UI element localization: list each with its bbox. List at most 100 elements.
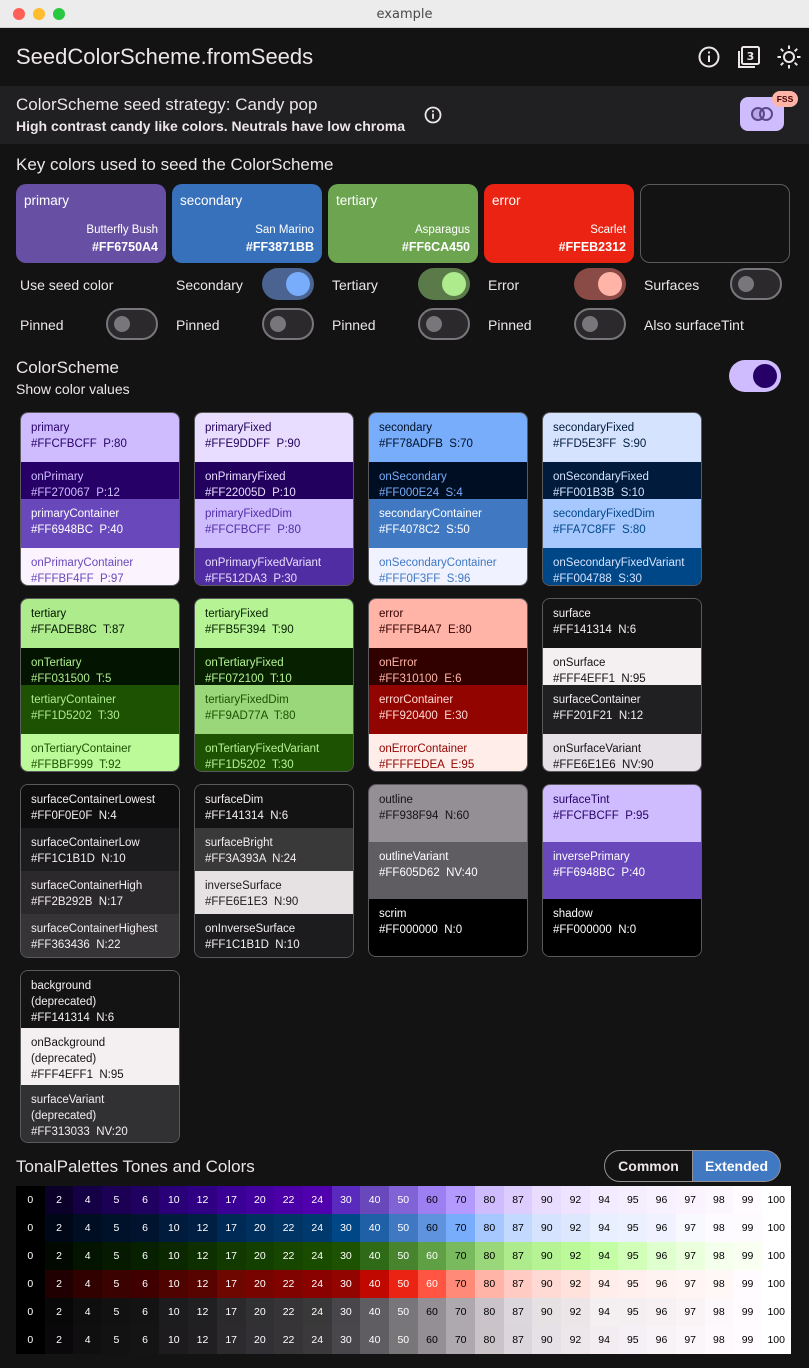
tone-cell[interactable]: 98 bbox=[704, 1326, 734, 1354]
tone-cell[interactable]: 40 bbox=[360, 1214, 389, 1242]
tone-cell[interactable]: 94 bbox=[589, 1214, 619, 1242]
color-cell[interactable]: onSecondaryFixedVariant #FF004788 S:30 bbox=[543, 548, 701, 585]
tone-cell[interactable]: 95 bbox=[618, 1326, 648, 1354]
theme-3-icon[interactable]: 3 bbox=[736, 44, 762, 70]
color-cell[interactable]: error #FFFFB4A7 E:80 bbox=[369, 599, 527, 648]
tone-cell[interactable]: 95 bbox=[618, 1298, 648, 1326]
tone-cell[interactable]: 100 bbox=[761, 1298, 791, 1326]
color-cell[interactable]: outline #FF938F94 N:60 bbox=[369, 785, 527, 842]
tone-cell[interactable]: 96 bbox=[647, 1298, 676, 1326]
tone-cell[interactable]: 22 bbox=[274, 1326, 303, 1354]
seed-strategy-panel[interactable]: ColorScheme seed strategy: Candy pop Hig… bbox=[0, 86, 809, 144]
surfaces-toggle[interactable] bbox=[730, 268, 782, 300]
tone-cell[interactable]: 0 bbox=[16, 1186, 45, 1214]
tone-cell[interactable]: 6 bbox=[130, 1270, 160, 1298]
tone-cell[interactable]: 100 bbox=[761, 1242, 791, 1270]
tone-cell[interactable]: 94 bbox=[589, 1186, 619, 1214]
tone-cell[interactable]: 60 bbox=[417, 1298, 447, 1326]
tone-cell[interactable]: 24 bbox=[302, 1298, 332, 1326]
tone-cell[interactable]: 20 bbox=[245, 1326, 275, 1354]
color-cell[interactable]: onError #FF310100 E:6 bbox=[369, 648, 527, 685]
color-cell[interactable]: surfaceTint #FFCFBCFF P:95 bbox=[543, 785, 701, 842]
color-cell[interactable]: tertiaryFixed #FFB5F394 T:90 bbox=[195, 599, 353, 648]
tone-cell[interactable]: 99 bbox=[733, 1326, 762, 1354]
tone-cell[interactable]: 24 bbox=[302, 1326, 332, 1354]
tone-cell[interactable]: 97 bbox=[675, 1270, 705, 1298]
tone-cell[interactable]: 5 bbox=[102, 1270, 131, 1298]
tone-cell[interactable]: 5 bbox=[102, 1214, 131, 1242]
tone-cell[interactable]: 97 bbox=[675, 1214, 705, 1242]
color-cell[interactable]: secondaryFixedDim #FFA7C8FF S:80 bbox=[543, 499, 701, 548]
tone-cell[interactable]: 96 bbox=[647, 1326, 676, 1354]
tone-cell[interactable]: 87 bbox=[503, 1242, 533, 1270]
color-cell[interactable]: onPrimary #FF270067 P:12 bbox=[21, 462, 179, 499]
extended-toggle-button[interactable]: Extended bbox=[693, 1150, 781, 1182]
color-cell[interactable]: scrim #FF000000 N:0 bbox=[369, 899, 527, 956]
tone-cell[interactable]: 50 bbox=[388, 1214, 418, 1242]
seed-error[interactable]: error Scarlet #FFEB2312 bbox=[484, 184, 634, 263]
tone-cell[interactable]: 2 bbox=[44, 1270, 74, 1298]
tone-cell[interactable]: 99 bbox=[733, 1214, 762, 1242]
tone-cell[interactable]: 70 bbox=[446, 1270, 475, 1298]
tone-cell[interactable]: 24 bbox=[302, 1186, 332, 1214]
tone-cell[interactable]: 2 bbox=[44, 1186, 74, 1214]
tone-cell[interactable]: 94 bbox=[589, 1270, 619, 1298]
tone-cell[interactable]: 50 bbox=[388, 1298, 418, 1326]
tone-cell[interactable]: 98 bbox=[704, 1214, 734, 1242]
tone-cell[interactable]: 96 bbox=[647, 1186, 676, 1214]
tone-cell[interactable]: 40 bbox=[360, 1326, 389, 1354]
tone-cell[interactable]: 30 bbox=[331, 1242, 361, 1270]
tone-cell[interactable]: 92 bbox=[561, 1242, 590, 1270]
tone-cell[interactable]: 2 bbox=[44, 1242, 74, 1270]
tone-cell[interactable]: 60 bbox=[417, 1186, 447, 1214]
color-cell[interactable]: tertiaryContainer #FF1D5202 T:30 bbox=[21, 685, 179, 734]
tone-cell[interactable]: 60 bbox=[417, 1214, 447, 1242]
tone-cell[interactable]: 20 bbox=[245, 1270, 275, 1298]
tone-cell[interactable]: 10 bbox=[159, 1326, 189, 1354]
tone-cell[interactable]: 2 bbox=[44, 1298, 74, 1326]
tone-cell[interactable]: 22 bbox=[274, 1242, 303, 1270]
info-icon[interactable] bbox=[696, 44, 722, 70]
color-cell[interactable]: onErrorContainer #FFFFEDEA E:95 bbox=[369, 734, 527, 771]
tone-cell[interactable]: 0 bbox=[16, 1298, 45, 1326]
tone-cell[interactable]: 60 bbox=[417, 1242, 447, 1270]
tone-cell[interactable]: 99 bbox=[733, 1242, 762, 1270]
tone-cell[interactable]: 4 bbox=[73, 1214, 103, 1242]
color-cell[interactable]: surfaceVariant (deprecated) #FF313033 NV:… bbox=[21, 1085, 179, 1142]
tone-cell[interactable]: 92 bbox=[561, 1326, 590, 1354]
tone-cell[interactable]: 12 bbox=[188, 1298, 217, 1326]
tone-cell[interactable]: 97 bbox=[675, 1298, 705, 1326]
color-cell[interactable]: onBackground (deprecated) #FFF4EFF1 N:95 bbox=[21, 1028, 179, 1085]
tone-cell[interactable]: 80 bbox=[475, 1242, 504, 1270]
tone-cell[interactable]: 6 bbox=[130, 1298, 160, 1326]
seed-primary[interactable]: primary Butterfly Bush #FF6750A4 bbox=[16, 184, 166, 263]
color-cell[interactable]: secondary #FF78ADFB S:70 bbox=[369, 413, 527, 462]
tone-cell[interactable]: 100 bbox=[761, 1214, 791, 1242]
tone-cell[interactable]: 30 bbox=[331, 1186, 361, 1214]
tone-cell[interactable]: 50 bbox=[388, 1326, 418, 1354]
tone-cell[interactable]: 90 bbox=[532, 1270, 562, 1298]
color-cell[interactable]: primaryFixedDim #FFCFBCFF P:80 bbox=[195, 499, 353, 548]
tone-cell[interactable]: 12 bbox=[188, 1242, 217, 1270]
tone-cell[interactable]: 94 bbox=[589, 1298, 619, 1326]
color-cell[interactable]: onSecondaryContainer #FFF0F3FF S:96 bbox=[369, 548, 527, 585]
tone-cell[interactable]: 30 bbox=[331, 1298, 361, 1326]
tone-cell[interactable]: 92 bbox=[561, 1298, 590, 1326]
pinned-secondary-toggle[interactable] bbox=[262, 308, 314, 340]
tone-cell[interactable]: 0 bbox=[16, 1242, 45, 1270]
color-cell[interactable]: surfaceContainerHigh #FF2B292B N:17 bbox=[21, 871, 179, 914]
tone-cell[interactable]: 4 bbox=[73, 1242, 103, 1270]
tone-cell[interactable]: 22 bbox=[274, 1270, 303, 1298]
tone-cell[interactable]: 4 bbox=[73, 1326, 103, 1354]
pinned-tertiary-toggle[interactable] bbox=[418, 308, 470, 340]
tone-cell[interactable]: 22 bbox=[274, 1186, 303, 1214]
color-cell[interactable]: surfaceBright #FF3A393A N:24 bbox=[195, 828, 353, 871]
tone-cell[interactable]: 20 bbox=[245, 1298, 275, 1326]
tone-cell[interactable]: 95 bbox=[618, 1270, 648, 1298]
tone-cell[interactable]: 94 bbox=[589, 1242, 619, 1270]
tone-cell[interactable]: 0 bbox=[16, 1214, 45, 1242]
brightness-icon[interactable] bbox=[776, 44, 802, 70]
tone-cell[interactable]: 80 bbox=[475, 1186, 504, 1214]
color-cell[interactable]: tertiaryFixedDim #FF9AD77A T:80 bbox=[195, 685, 353, 734]
color-cell[interactable]: onTertiaryFixedVariant #FF1D5202 T:30 bbox=[195, 734, 353, 771]
